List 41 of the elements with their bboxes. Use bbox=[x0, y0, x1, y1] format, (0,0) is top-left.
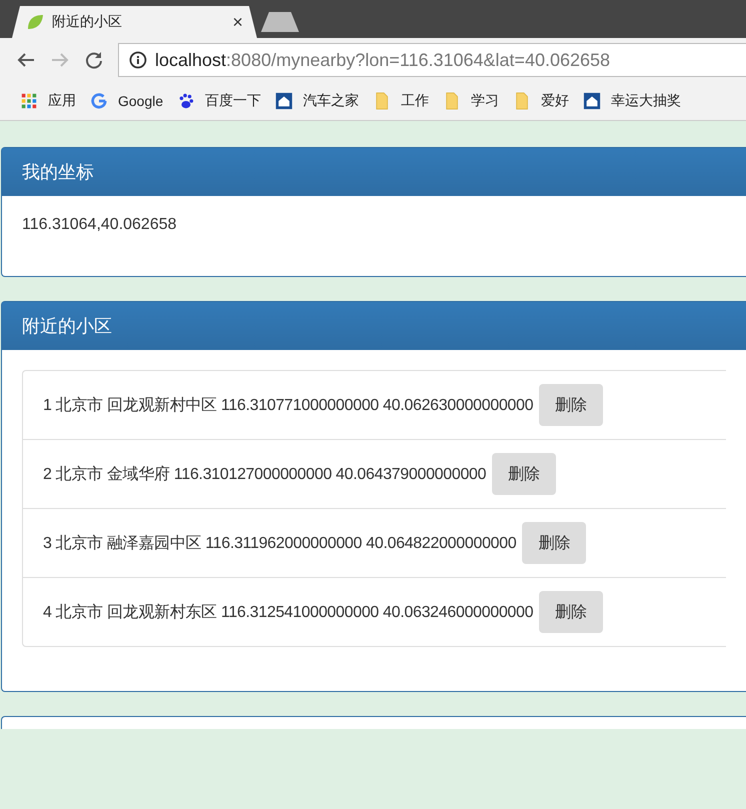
house-icon bbox=[583, 92, 602, 110]
apps-grid-icon bbox=[20, 92, 38, 110]
bookmark[interactable]: 应用 bbox=[20, 92, 76, 110]
bookmark-label: 汽车之家 bbox=[303, 92, 360, 110]
community-text: 3 北京市 融泽嘉园中区 116.311962000000000 40.064822000000000 bbox=[43, 534, 516, 554]
url-host: localhost bbox=[155, 50, 226, 70]
panel-heading: 我的坐标 bbox=[2, 148, 746, 196]
bookmark[interactable]: 爱好 bbox=[513, 92, 570, 110]
coordinates-text: 116.31064,40.062658 bbox=[22, 216, 178, 234]
close-icon[interactable]: × bbox=[232, 12, 243, 32]
panel-heading: 附近的小区 bbox=[2, 302, 746, 350]
bookmark[interactable]: 工作 bbox=[373, 92, 430, 110]
community-text: 1 北京市 回龙观新村中区 116.310771000000000 40.062630000000000 bbox=[43, 396, 534, 416]
delete-button[interactable]: 删除 bbox=[522, 522, 586, 564]
paw-icon bbox=[177, 92, 196, 110]
reload-icon[interactable] bbox=[84, 50, 104, 70]
address-bar[interactable]: localhost:8080/mynearby?lon=116.31064&lat=40.062658 bbox=[118, 43, 746, 77]
bookmark[interactable]: 学习 bbox=[443, 92, 500, 110]
delete-button[interactable]: 删除 bbox=[539, 384, 604, 426]
google-g-icon bbox=[90, 92, 108, 110]
community-text: 4 北京市 回龙观新村东区 116.312541000000000 40.063246000000000 bbox=[43, 602, 534, 622]
house-icon bbox=[275, 92, 294, 110]
bookmark-label: 工作 bbox=[401, 92, 430, 110]
delete-button[interactable]: 删除 bbox=[492, 453, 556, 495]
tab-title: 附近的小区 bbox=[52, 13, 123, 31]
bookmark-label: 应用 bbox=[48, 92, 76, 110]
delete-button[interactable]: 删除 bbox=[539, 591, 604, 633]
bookmark-label: 幸运大抽奖 bbox=[611, 92, 682, 110]
url-path: :8080/mynearby?lon=116.31064&lat=40.062658 bbox=[226, 50, 610, 70]
info-icon bbox=[129, 51, 147, 69]
community-text: 2 北京市 金域华府 116.310127000000000 40.064379000000000 bbox=[43, 464, 486, 484]
bookmark[interactable]: Google bbox=[90, 92, 164, 110]
bookmark-label: 爱好 bbox=[541, 92, 570, 110]
bookmark[interactable]: 幸运大抽奖 bbox=[583, 92, 682, 110]
bookmark-label: 百度一下 bbox=[205, 92, 262, 110]
bookmark-label: Google bbox=[118, 93, 164, 109]
leaf-icon bbox=[26, 13, 44, 31]
browser-tab[interactable]: 附近的小区 × bbox=[12, 6, 257, 38]
bookmark[interactable]: 百度一下 bbox=[177, 92, 262, 110]
bookmark[interactable]: 汽车之家 bbox=[275, 92, 360, 110]
bookmark-label: 学习 bbox=[471, 92, 500, 110]
